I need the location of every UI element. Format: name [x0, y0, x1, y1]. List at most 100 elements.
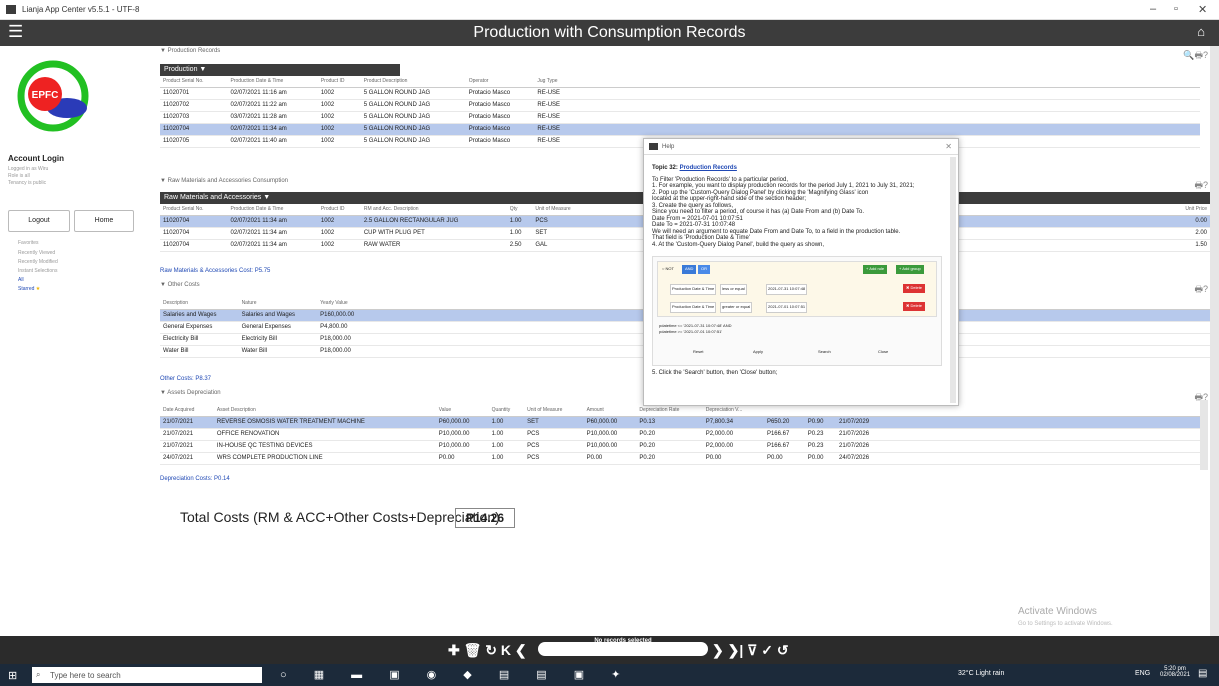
- table-row[interactable]: 11020702 02/07/2021 11:22 am 1002 5 GALLON …: [160, 99, 1200, 112]
- home-button[interactable]: Home: [74, 210, 134, 232]
- maximize-button[interactable]: ▫: [1174, 3, 1178, 15]
- page-scrollbar[interactable]: [1210, 46, 1219, 636]
- nav-recently-modified[interactable]: Recently Modified: [18, 259, 58, 265]
- nav-starred-label: Starred: [18, 286, 35, 292]
- cell: RE-USE: [534, 111, 576, 124]
- home-icon[interactable]: ⌂: [1197, 24, 1205, 39]
- logout-button[interactable]: Logout: [8, 210, 70, 232]
- taskbar-search-input[interactable]: ⌕ Type here to search: [32, 667, 262, 683]
- col-header[interactable]: Operator: [465, 76, 535, 88]
- col-header[interactable]: Unit Price: [1169, 204, 1210, 216]
- record-nav-left[interactable]: ✚ 🗑 ↻ K ❮: [448, 642, 527, 659]
- nav-all[interactable]: All: [18, 277, 24, 283]
- col-header[interactable]: Product Serial No.: [160, 76, 228, 88]
- table-row[interactable]: 11020701 02/07/2021 11:16 am 1002 5 GALLON …: [160, 87, 1200, 100]
- col-header[interactable]: Depreciation Rate: [636, 405, 703, 417]
- cell: OFFICE RENOVATION: [213, 428, 436, 441]
- col-header[interactable]: Product Serial No.: [160, 204, 228, 216]
- rule1-delete: ✖ Delete: [903, 284, 926, 293]
- search-icon[interactable]: 🔍🖶?: [1183, 48, 1208, 64]
- cell: P0.20: [636, 440, 703, 453]
- cell: Salaries and Wages: [160, 309, 239, 322]
- col-header[interactable]: Description: [160, 298, 239, 310]
- table-row-selected[interactable]: 21/07/2021 REVERSE OSMOSIS WATER TREATMEN…: [160, 416, 1200, 429]
- nav-starred[interactable]: Starred ★: [18, 286, 40, 292]
- os-taskbar: ⊞ ⌕ Type here to search ○ ▦ ▬ ▣ ◉ ◆ ▤ ▤ …: [0, 664, 1219, 686]
- col-header[interactable]: Jug Type: [534, 76, 576, 88]
- record-slider[interactable]: No records selected: [538, 638, 708, 656]
- cell: Salaries and Wages: [238, 309, 318, 322]
- close-window-button[interactable]: ✕: [1198, 3, 1207, 16]
- col-header: [836, 405, 888, 417]
- assets-scrollbar[interactable]: [1200, 400, 1208, 470]
- col-header[interactable]: Unit of Measure: [532, 204, 593, 216]
- record-nav-right[interactable]: ❯ ❯| ⊽ ✓ ↺: [712, 642, 789, 659]
- cell: 2.50: [506, 239, 533, 252]
- help-line: 4. At the 'Custom-Query Dialog Panel', b…: [652, 241, 825, 248]
- rule1-op: less or equal: [720, 284, 747, 295]
- production-header-row: Product Serial No. Production Date & Tim…: [160, 76, 1200, 88]
- cell: PCS: [524, 440, 584, 453]
- nav-instant-selections[interactable]: Instant Selections: [18, 268, 57, 274]
- col-header[interactable]: Production Date & Time: [227, 76, 318, 88]
- cell: 1.00: [506, 215, 533, 228]
- assets-section-header: ▼ Assets Depreciation: [160, 390, 221, 396]
- col-filler: [888, 405, 1200, 417]
- weather-status[interactable]: 32°C Light rain: [958, 670, 1004, 677]
- col-header[interactable]: Unit of Measure: [524, 405, 584, 417]
- print-icon[interactable]: 🖶?: [1194, 282, 1208, 298]
- cell: 03/07/2021 11:28 am: [227, 111, 318, 124]
- help-scrollbar[interactable]: [950, 157, 956, 403]
- table-row[interactable]: 21/07/2021 OFFICE RENOVATION P10,000.00 1.0…: [160, 428, 1200, 441]
- col-header[interactable]: Yearly Value: [317, 298, 370, 310]
- col-header[interactable]: Quantity: [488, 405, 525, 417]
- or-button: OR: [698, 265, 710, 274]
- cell: 1.50: [1169, 239, 1210, 252]
- cell: Protacio Masco: [465, 87, 535, 100]
- col-header[interactable]: Product Description: [360, 76, 466, 88]
- cell: 1002: [317, 99, 361, 112]
- col-header[interactable]: Depreciation V...: [702, 405, 764, 417]
- clock[interactable]: 5:20 pm 02/08/2021: [1160, 666, 1190, 678]
- cell: 0.00: [1169, 215, 1210, 228]
- col-header[interactable]: Amount: [583, 405, 637, 417]
- rawmat-section-title: Raw Materials and Accessories Consumptio…: [167, 178, 288, 184]
- table-row[interactable]: 24/07/2021 WRS COMPLETE PRODUCTION LINE P0…: [160, 452, 1200, 465]
- query-text-2: pdatetime >= '2021-07-01 10:07:51': [659, 329, 723, 334]
- col-header[interactable]: Product ID: [317, 204, 361, 216]
- star-icon: ★: [35, 286, 41, 292]
- production-table: Product Serial No. Production Date & Tim…: [160, 76, 1200, 148]
- col-header[interactable]: RM and Acc. Description: [360, 204, 507, 216]
- table-row[interactable]: 21/07/2021 IN-HOUSE QC TESTING DEVICES P10…: [160, 440, 1200, 453]
- window-title: Lianja App Center v5.5.1 - UTF-8: [22, 5, 140, 14]
- production-bar: Production ▼: [160, 64, 400, 76]
- col-header[interactable]: Qty: [506, 204, 533, 216]
- nav-favorites[interactable]: Favorites: [18, 240, 39, 246]
- help-topic[interactable]: Production Records: [680, 165, 737, 171]
- cell: REVERSE OSMOSIS WATER TREATMENT MACHINE: [213, 416, 436, 429]
- nav-recently-viewed[interactable]: Recently Viewed: [18, 250, 55, 256]
- col-header[interactable]: Value: [435, 405, 489, 417]
- reset-label: Reset: [693, 349, 704, 354]
- col-header[interactable]: Date Acquired: [160, 405, 214, 417]
- and-button: AND: [682, 265, 697, 274]
- col-header[interactable]: Product ID: [317, 76, 361, 88]
- close-icon[interactable]: ✕: [945, 142, 952, 151]
- minimize-button[interactable]: –: [1150, 3, 1156, 15]
- close-label: Close: [878, 349, 889, 354]
- cell: 11020702: [160, 99, 228, 112]
- notification-icon[interactable]: ▤: [1198, 668, 1207, 679]
- activate-windows-title: Activate Windows: [1018, 606, 1097, 617]
- col-header[interactable]: Asset Description: [213, 405, 436, 417]
- cell: P650.20: [763, 416, 805, 429]
- language-indicator[interactable]: ENG: [1135, 670, 1150, 677]
- taskbar-apps[interactable]: ○ ▦ ▬ ▣ ◉ ◆ ▤ ▤ ▣ ✦: [280, 668, 632, 681]
- col-header[interactable]: Nature: [238, 298, 318, 310]
- col-header[interactable]: Production Date & Time: [227, 204, 318, 216]
- start-icon[interactable]: ⊞: [8, 669, 17, 682]
- table-row-selected[interactable]: 11020704 02/07/2021 11:34 am 1002 5 GALLON …: [160, 123, 1200, 136]
- cell: P0.13: [636, 416, 703, 429]
- assets-section-title: Assets Depreciation: [167, 390, 221, 396]
- table-row[interactable]: 11020703 03/07/2021 11:28 am 1002 5 GALLON …: [160, 111, 1200, 124]
- cell: PCS: [524, 452, 584, 465]
